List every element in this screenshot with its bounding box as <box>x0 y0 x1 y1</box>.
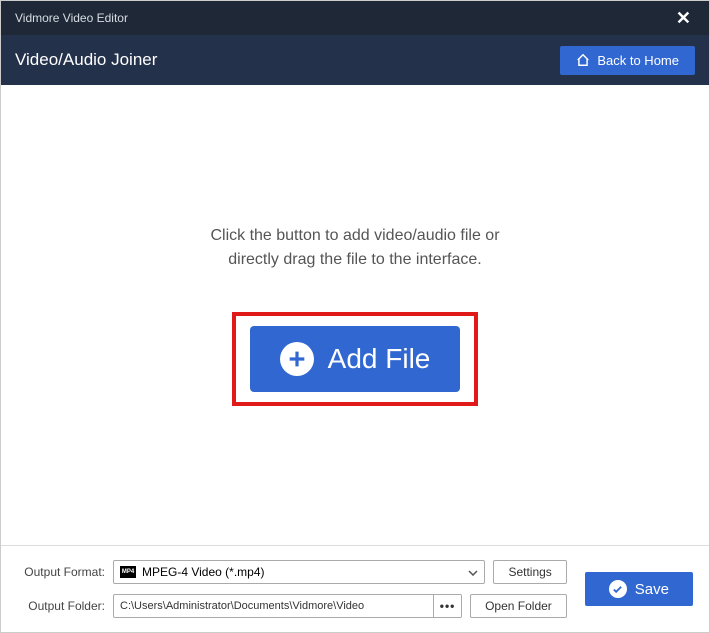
chevron-down-icon <box>468 565 478 579</box>
add-file-button[interactable]: Add File <box>250 326 461 392</box>
app-name: Vidmore Video Editor <box>15 11 128 25</box>
highlight-box: Add File <box>232 312 479 406</box>
save-label: Save <box>635 581 669 598</box>
instruction-text: Click the button to add video/audio file… <box>210 224 499 272</box>
footer: Output Format: MP4 MPEG-4 Video (*.mp4) … <box>1 545 709 632</box>
output-folder-label: Output Folder: <box>17 599 105 613</box>
open-folder-button[interactable]: Open Folder <box>470 594 567 618</box>
output-folder-field: ••• <box>113 594 462 618</box>
output-folder-input[interactable] <box>114 595 433 617</box>
titlebar: Vidmore Video Editor ✕ <box>1 1 709 35</box>
home-button-label: Back to Home <box>597 53 679 68</box>
page-title: Video/Audio Joiner <box>15 50 157 70</box>
mp4-icon: MP4 <box>120 566 136 578</box>
add-file-label: Add File <box>328 343 431 375</box>
save-button[interactable]: Save <box>585 572 693 606</box>
plus-icon <box>280 342 314 376</box>
output-format-select[interactable]: MP4 MPEG-4 Video (*.mp4) <box>113 560 485 584</box>
settings-button[interactable]: Settings <box>493 560 566 584</box>
home-icon <box>576 53 590 67</box>
main-area[interactable]: Click the button to add video/audio file… <box>1 85 709 545</box>
browse-button[interactable]: ••• <box>433 595 461 617</box>
output-format-label: Output Format: <box>17 565 105 579</box>
check-icon <box>609 580 627 598</box>
close-icon[interactable]: ✕ <box>672 8 695 29</box>
header: Video/Audio Joiner Back to Home <box>1 35 709 85</box>
back-to-home-button[interactable]: Back to Home <box>560 46 695 75</box>
format-value: MPEG-4 Video (*.mp4) <box>142 565 265 579</box>
